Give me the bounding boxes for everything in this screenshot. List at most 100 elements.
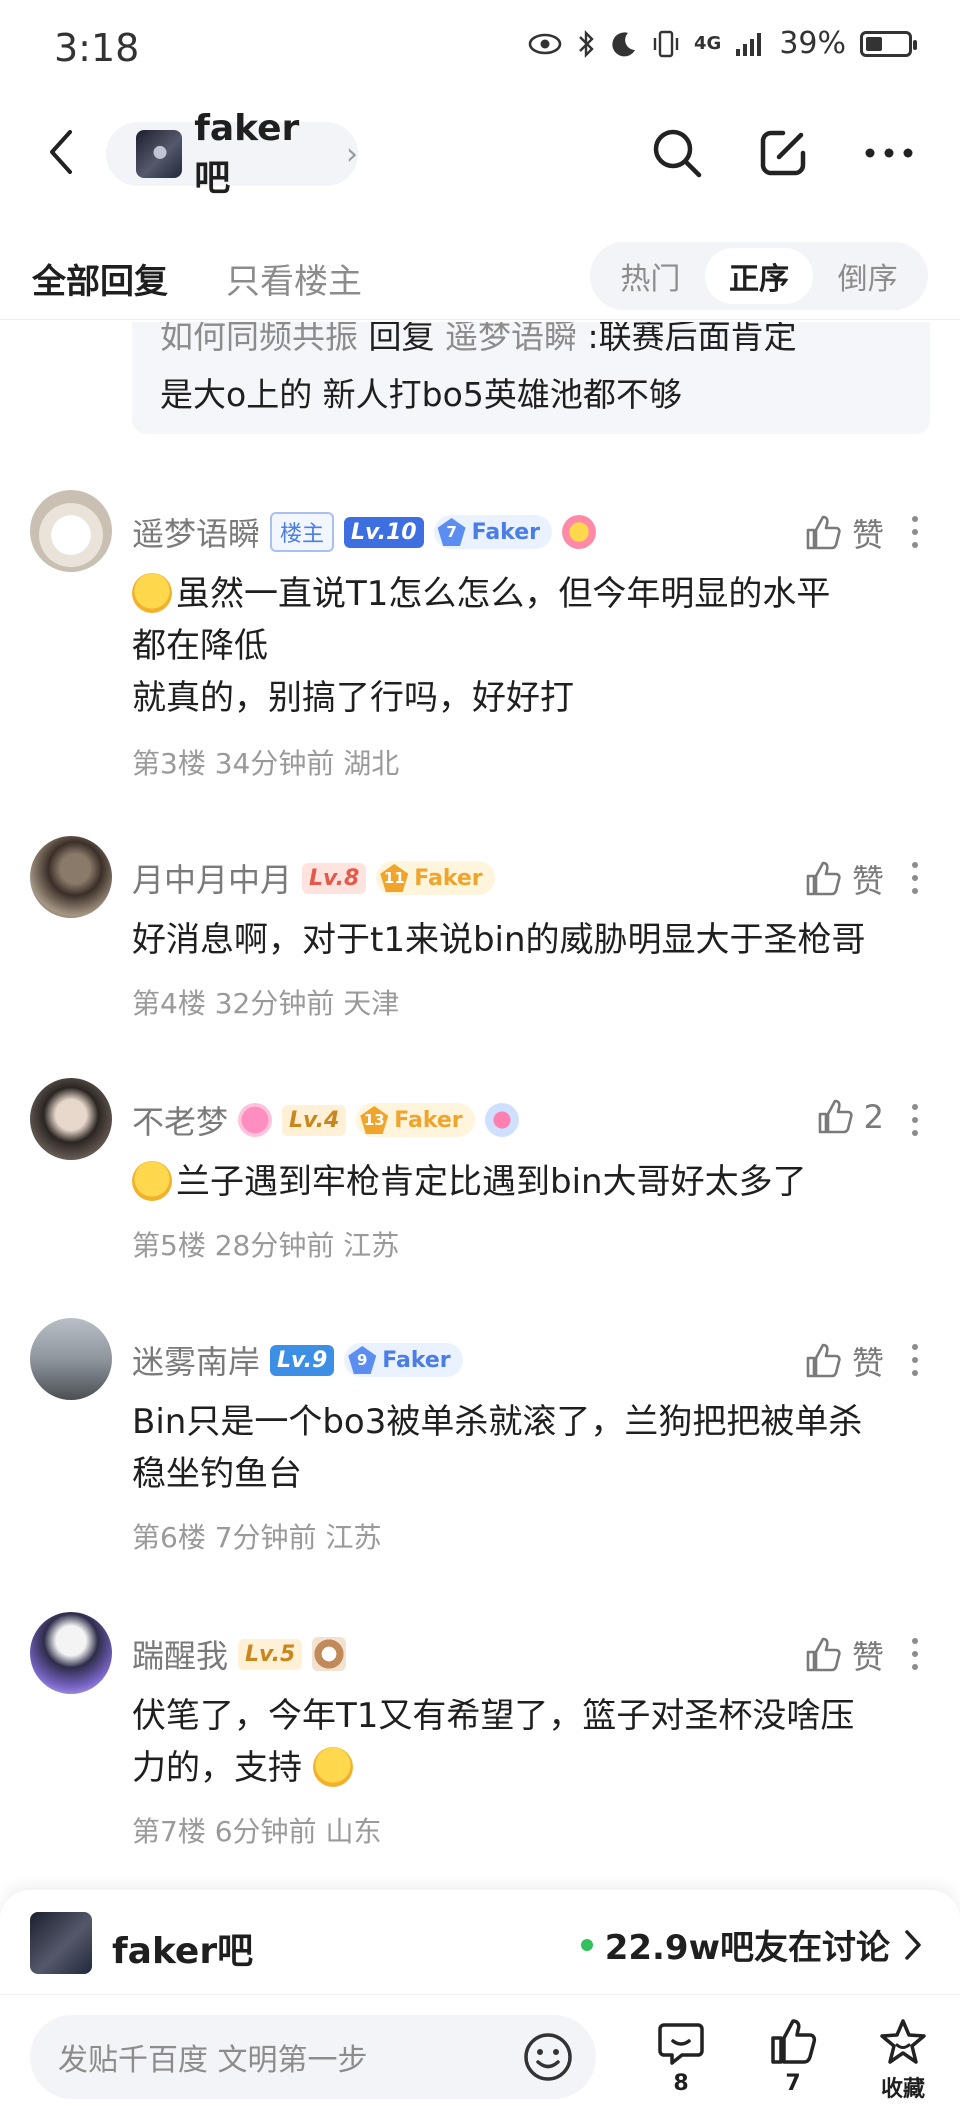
battery-percent: 39%: [779, 26, 846, 61]
more-button[interactable]: [858, 122, 920, 184]
comment-more-icon[interactable]: [910, 1638, 920, 1670]
comment-meta: 第6楼 7分钟前 江苏: [132, 1521, 382, 1554]
fan-level: 13: [360, 1106, 389, 1134]
status-time: 3:18: [54, 26, 140, 70]
heart-icon: [238, 1103, 273, 1137]
fan-name: Faker: [414, 865, 483, 891]
like-button[interactable]: 赞: [804, 1338, 884, 1384]
comment-meta: 第7楼 6分钟前 山东: [132, 1815, 382, 1848]
comment-meta: 第5楼 28分钟前 江苏: [132, 1229, 400, 1262]
more-icon: [865, 148, 913, 158]
comment-text: 虽然一直说T1怎么怎么，但今年明显的水平 都在降低 就真的，别搞了行吗，好好打: [132, 573, 831, 718]
like-button[interactable]: 赞: [804, 1632, 884, 1678]
sub-reply-target[interactable]: 遥梦语瞬: [445, 322, 577, 356]
fan-badge: 9 Faker: [344, 1343, 463, 1377]
bottom-action-bar: 发贴千百度 文明第一步 8 7 收藏: [0, 1994, 960, 2123]
fan-name: Faker: [382, 1347, 451, 1373]
nav-actions: [646, 122, 920, 184]
comment-more-icon[interactable]: [910, 516, 920, 548]
like-count-button[interactable]: 7: [758, 2017, 828, 2096]
like-button[interactable]: 赞: [804, 856, 884, 902]
like-label: 赞: [851, 1638, 884, 1676]
comments-count: 8: [673, 2071, 689, 2096]
comment-text: 好消息啊，对于t1来说bin的威胁明显大于圣枪哥: [132, 920, 866, 960]
smile-icon[interactable]: [522, 2031, 574, 2083]
favorite-button[interactable]: 收藏: [868, 2017, 938, 2103]
eye-icon: [528, 33, 562, 54]
status-icons: 4G 39%: [528, 26, 917, 61]
bluetooth-icon: [579, 29, 594, 58]
comment-more-icon[interactable]: [910, 862, 920, 894]
username[interactable]: 遥梦语瞬: [132, 509, 260, 555]
back-arrow-icon: [50, 130, 72, 174]
like-label: 赞: [851, 516, 884, 554]
online-dot-icon: [580, 1938, 593, 1951]
level-badge: Lv.8: [302, 862, 367, 894]
back-button[interactable]: [36, 124, 86, 180]
emoji-icon: [132, 1161, 172, 1201]
edit-button[interactable]: [752, 122, 814, 184]
comment-count-button[interactable]: 8: [646, 2017, 716, 2096]
like-button[interactable]: 2: [816, 1098, 884, 1136]
order-descending[interactable]: 倒序: [813, 248, 922, 304]
fan-badge: 11 Faker: [376, 861, 495, 895]
reply-filter-bar: 全部回复 只看楼主 热门 正序 倒序: [0, 240, 960, 320]
user-row: 不老梦 Lv.4 13 Faker: [132, 1098, 519, 1142]
emoji-icon: [312, 1747, 353, 1787]
like-button[interactable]: 赞: [804, 510, 884, 556]
username[interactable]: 月中月中月: [132, 855, 292, 901]
comment-meta: 第4楼 32分钟前 天津: [132, 987, 400, 1020]
tab-op-only[interactable]: 只看楼主: [226, 254, 362, 303]
forum-pill[interactable]: faker吧 ›: [106, 108, 358, 199]
order-ascending[interactable]: 正序: [704, 248, 814, 304]
forum-banner[interactable]: faker吧 22.9w吧友在讨论: [0, 1890, 960, 1994]
tab-all-replies[interactable]: 全部回复: [32, 254, 168, 303]
comment-more-icon[interactable]: [910, 1344, 920, 1376]
fan-level: 11: [380, 864, 409, 892]
fan-level: 9: [348, 1346, 377, 1374]
order-segmented-control: 热门 正序 倒序: [590, 242, 928, 310]
likes-count: 7: [785, 2071, 801, 2096]
like-label: 赞: [851, 1344, 884, 1382]
user-row: 迷雾南岸 Lv.9 9 Faker: [132, 1338, 463, 1382]
level-badge: Lv.4: [282, 1104, 347, 1136]
forum-name: faker吧: [194, 107, 300, 199]
avatar[interactable]: [30, 1078, 112, 1160]
avatar[interactable]: [30, 490, 112, 572]
comment-more-icon[interactable]: [910, 1104, 920, 1136]
like-label: 赞: [851, 862, 884, 900]
comment-icon: [658, 2023, 704, 2065]
search-button[interactable]: [646, 122, 708, 184]
thumb-up-icon: [806, 1343, 841, 1378]
search-icon: [653, 129, 702, 178]
post-input[interactable]: 发贴千百度 文明第一步: [30, 2015, 596, 2099]
fan-badge: 7 Faker: [433, 515, 552, 549]
emoji-icon: [132, 573, 172, 613]
chevron-right-icon: [905, 1929, 921, 1960]
sub-reply-text-cont: 是大o上的 新人打bo5英雄池都不够: [160, 375, 682, 414]
input-placeholder: 发贴千百度 文明第一步: [58, 2043, 368, 2078]
avatar[interactable]: [30, 1612, 112, 1694]
discussing-count: 22.9w吧友在讨论: [604, 1928, 890, 1968]
thumb-up-icon: [806, 515, 841, 550]
comment-text: 兰子遇到牢枪肯定比遇到bin大哥好太多了: [132, 1156, 932, 1208]
avatar[interactable]: [30, 1318, 112, 1400]
vibrate-icon: [653, 30, 679, 57]
top-nav: faker吧 ›: [0, 108, 960, 199]
sub-reply-author[interactable]: 如何同频共振: [160, 322, 358, 356]
username[interactable]: 迷雾南岸: [132, 1337, 260, 1383]
network-type: 4G: [694, 33, 722, 54]
avatar[interactable]: [30, 836, 112, 918]
forum-thumbnail: [136, 130, 183, 178]
star-icon: [880, 2019, 926, 2064]
sub-reply-line: 如何同频共振 回复 遥梦语瞬 :联赛后面肯定: [160, 322, 797, 358]
status-bar: 3:18 4G 39%: [0, 0, 960, 100]
edit-icon: [760, 130, 806, 176]
sub-reply-box[interactable]: 如何同频共振 回复 遥梦语瞬 :联赛后面肯定 是大o上的 新人打bo5英雄池都不…: [132, 322, 930, 434]
sub-reply-text: :联赛后面肯定: [587, 322, 797, 356]
order-hot[interactable]: 热门: [596, 248, 705, 304]
thumb-up-icon: [818, 1099, 853, 1134]
username[interactable]: 不老梦: [132, 1097, 228, 1143]
fan-level: 7: [437, 518, 466, 546]
username[interactable]: 踹醒我: [132, 1631, 228, 1677]
